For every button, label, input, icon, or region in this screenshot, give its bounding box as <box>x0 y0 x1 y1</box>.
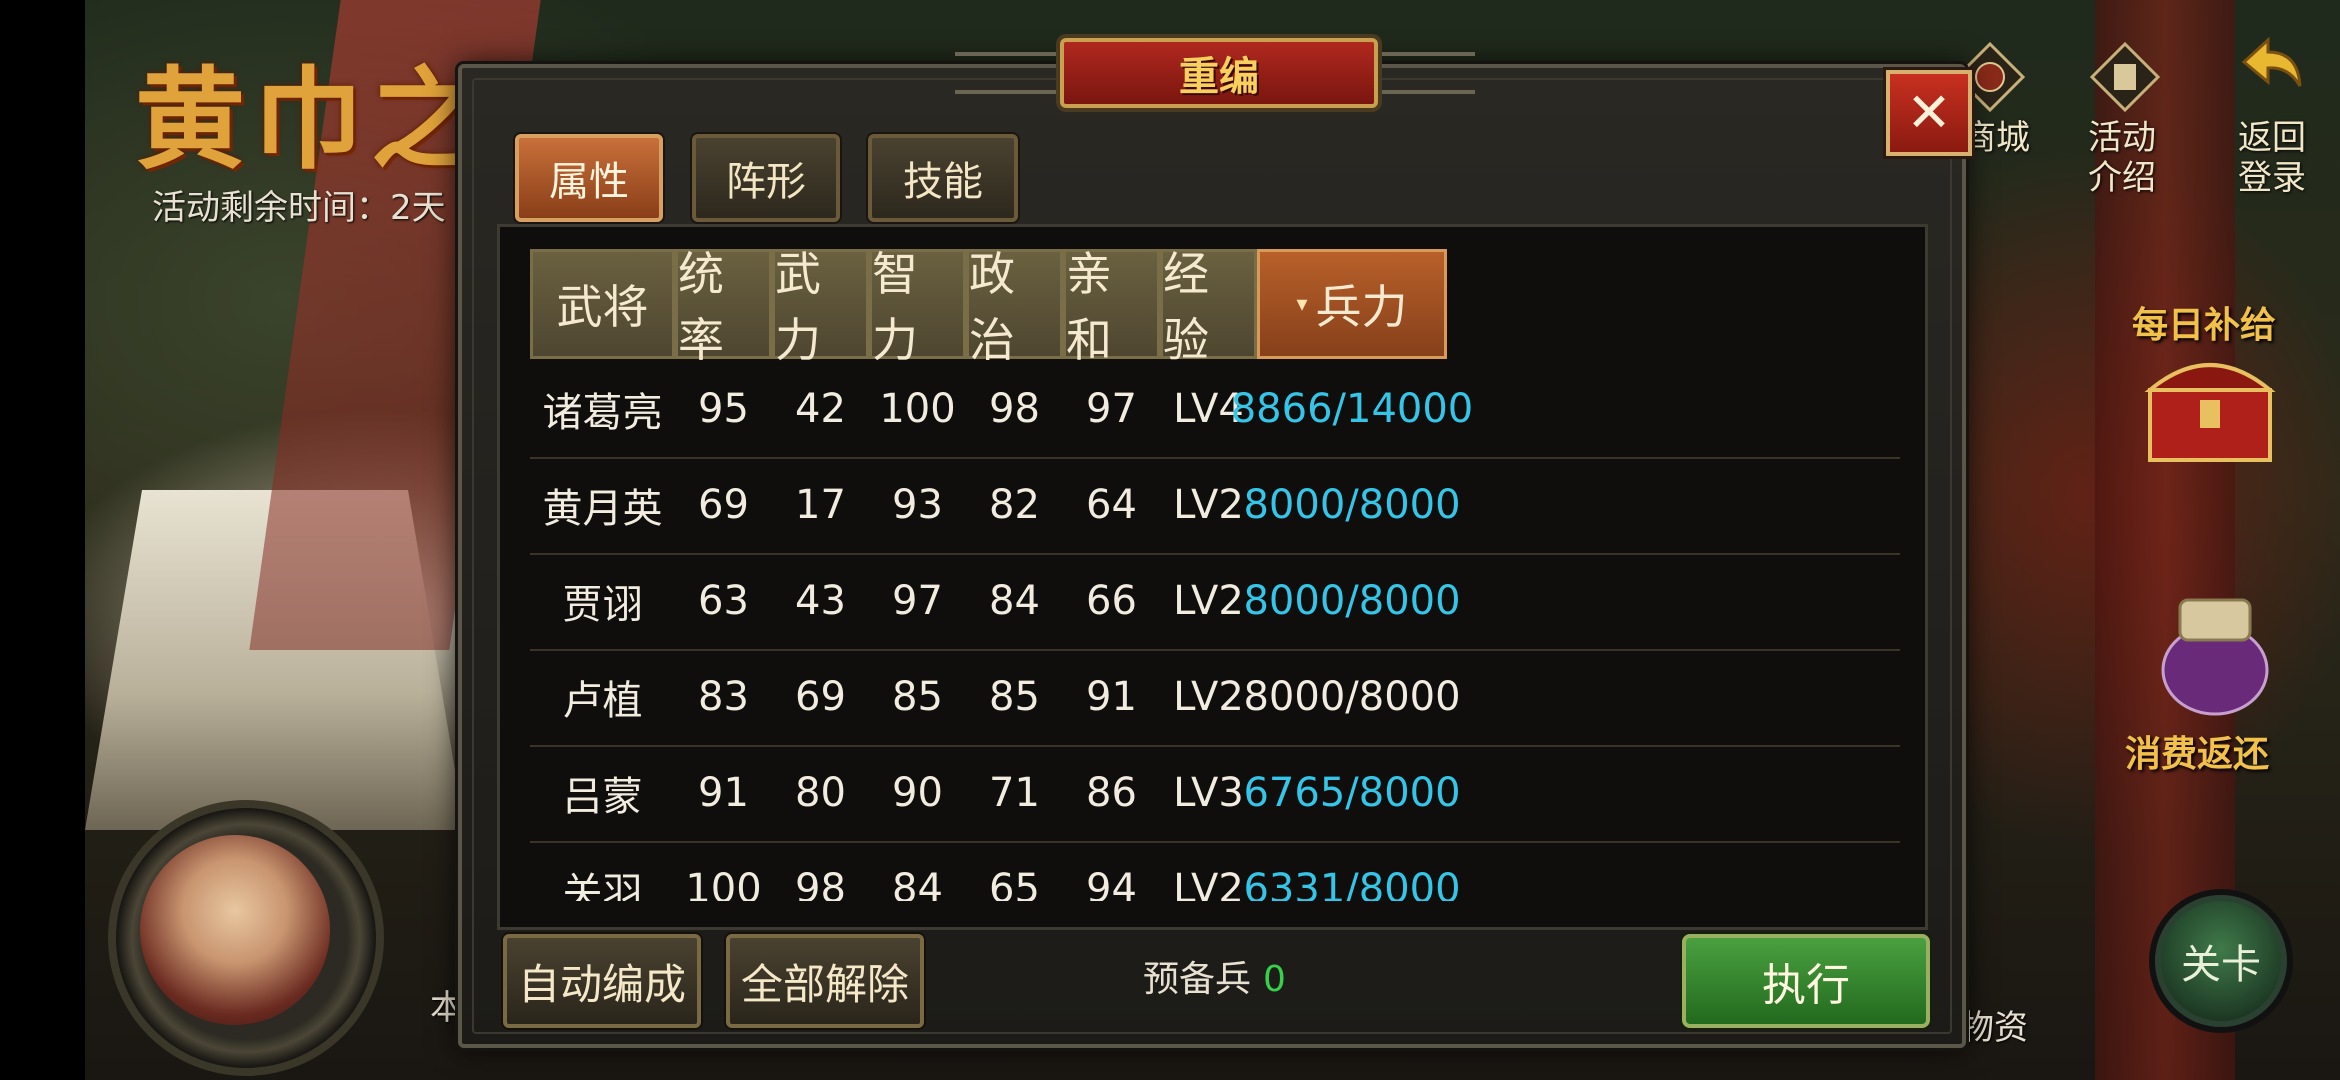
reserve-value: 0 <box>1263 959 1286 1000</box>
cell-general-name: 诸葛亮 <box>542 390 663 436</box>
cell-experience: LV2 <box>1173 578 1244 624</box>
dialog-title-plate: 重编 <box>1060 38 1378 108</box>
avatar[interactable] <box>140 835 330 1025</box>
event-timer: 活动剩余时间：2天 <box>152 188 446 228</box>
sort-arrow-icon: ▾ <box>1296 291 1308 317</box>
table-row[interactable]: 关羽 100 98 84 65 94 LV2 6331/8000 <box>530 841 1900 901</box>
table-row[interactable]: 吕蒙 91 80 90 71 86 LV3 6765/8000 <box>530 745 1900 843</box>
column-header-intellect[interactable]: 智力 <box>869 247 966 367</box>
release-all-button[interactable]: 全部解除 <box>726 934 924 1028</box>
cell-charm: 91 <box>1086 674 1137 720</box>
cell-politics: 65 <box>989 866 1040 901</box>
cell-troops: 6331/8000 <box>1243 866 1461 901</box>
cell-force: 69 <box>795 674 846 720</box>
cell-intellect: 84 <box>892 866 943 901</box>
cell-general-name: 卢植 <box>562 678 643 724</box>
table-row[interactable]: 贾诩 63 43 97 84 66 LV2 8000/8000 <box>530 553 1900 651</box>
peek-text-right: 物资 <box>1960 1008 2028 1048</box>
spend-rebate-label[interactable]: 消费返还 <box>2125 725 2269 777</box>
cell-general-name: 黄月英 <box>542 486 663 532</box>
cell-experience: LV3 <box>1173 770 1244 816</box>
column-header-force[interactable]: 武力 <box>772 247 869 367</box>
tab-attributes[interactable]: 属性 <box>515 134 663 222</box>
cell-politics: 82 <box>989 482 1040 528</box>
title-ornament-right <box>1365 52 1475 94</box>
cell-experience: LV2 <box>1173 866 1244 901</box>
shop-label[interactable]: 商城 <box>1962 118 2030 158</box>
cell-command: 100 <box>685 866 762 901</box>
cell-general-name: 关羽 <box>562 870 643 901</box>
cell-charm: 86 <box>1086 770 1137 816</box>
cell-general-name: 贾诩 <box>562 582 643 628</box>
cell-intellect: 85 <box>892 674 943 720</box>
stage-button[interactable]: 关卡 <box>2155 895 2287 1027</box>
treasure-chest-icon[interactable] <box>2130 340 2290 480</box>
cell-politics: 84 <box>989 578 1040 624</box>
cell-charm: 66 <box>1086 578 1137 624</box>
cell-command: 69 <box>698 482 749 528</box>
column-header-troops-label: 兵力 <box>1315 280 1408 334</box>
column-header-command[interactable]: 统率 <box>675 247 772 367</box>
cell-politics: 71 <box>989 770 1040 816</box>
cell-intellect: 97 <box>892 578 943 624</box>
table-row[interactable]: 卢植 83 69 85 85 91 LV2 8000/8000 <box>530 649 1900 747</box>
tab-formation[interactable]: 阵形 <box>692 134 840 222</box>
cell-politics: 85 <box>989 674 1040 720</box>
activity-intro-label[interactable]: 活动 介绍 <box>2088 118 2156 198</box>
return-arrow-icon[interactable] <box>2234 28 2308 102</box>
cell-force: 80 <box>795 770 846 816</box>
cell-experience: LV2 <box>1173 482 1244 528</box>
column-header-troops[interactable]: ▾ 兵力 <box>1257 249 1447 359</box>
close-icon: ✕ <box>1906 81 1952 144</box>
cell-troops: 8866/14000 <box>1230 386 1474 432</box>
activity-intro-icon[interactable] <box>2088 40 2162 114</box>
cell-force: 43 <box>795 578 846 624</box>
cell-politics: 98 <box>989 386 1040 432</box>
cell-command: 63 <box>698 578 749 624</box>
return-login-label[interactable]: 返回 登录 <box>2238 118 2306 198</box>
cell-general-name: 吕蒙 <box>562 774 643 820</box>
cell-charm: 94 <box>1086 866 1137 901</box>
event-title: 黄巾之 <box>135 55 489 184</box>
cell-command: 91 <box>698 770 749 816</box>
column-header-politics[interactable]: 政治 <box>966 247 1063 367</box>
column-header-charm[interactable]: 亲和 <box>1063 247 1160 367</box>
cell-force: 42 <box>795 386 846 432</box>
tab-skills[interactable]: 技能 <box>868 134 1018 222</box>
cell-force: 98 <box>795 866 846 901</box>
auto-form-button[interactable]: 自动编成 <box>503 934 701 1028</box>
reserve-label: 预备兵 <box>1143 959 1252 1000</box>
dialog-title: 重编 <box>1179 54 1259 100</box>
execute-button[interactable]: 执行 <box>1682 934 1930 1028</box>
cell-intellect: 100 <box>879 386 956 432</box>
cell-force: 17 <box>795 482 846 528</box>
column-header-general[interactable]: 武将 <box>530 249 675 359</box>
table-body: 诸葛亮 95 42 100 98 97 LV4 8866/14000 黄月英 69 17 93 82 64… <box>530 361 1900 901</box>
table-row[interactable]: 诸葛亮 95 42 100 98 97 LV4 8866/14000 <box>530 361 1900 459</box>
general-table: 武将 统率 武力 智力 政治 亲和 经验 ▾ 兵力 诸葛亮 95 42 100 98 97… <box>497 224 1928 930</box>
cell-troops: 8000/8000 <box>1243 482 1461 528</box>
cell-experience: LV2 <box>1173 674 1244 720</box>
cell-command: 95 <box>698 386 749 432</box>
table-row[interactable]: 黄月英 69 17 93 82 64 LV2 8000/8000 <box>530 457 1900 555</box>
cell-troops: 6765/8000 <box>1243 770 1461 816</box>
cell-troops: 8000/8000 <box>1243 578 1461 624</box>
rebate-bag-icon[interactable] <box>2140 590 2290 720</box>
close-button[interactable]: ✕ <box>1886 70 1972 156</box>
title-ornament-left <box>955 52 1065 94</box>
cell-intellect: 93 <box>892 482 943 528</box>
reserve-troops: 预备兵 0 <box>1143 950 1286 1002</box>
cell-command: 83 <box>698 674 749 720</box>
cell-troops: 8000/8000 <box>1243 674 1461 720</box>
cell-charm: 97 <box>1086 386 1137 432</box>
column-header-experience[interactable]: 经验 <box>1160 247 1257 367</box>
cell-charm: 64 <box>1086 482 1137 528</box>
cell-intellect: 90 <box>892 770 943 816</box>
